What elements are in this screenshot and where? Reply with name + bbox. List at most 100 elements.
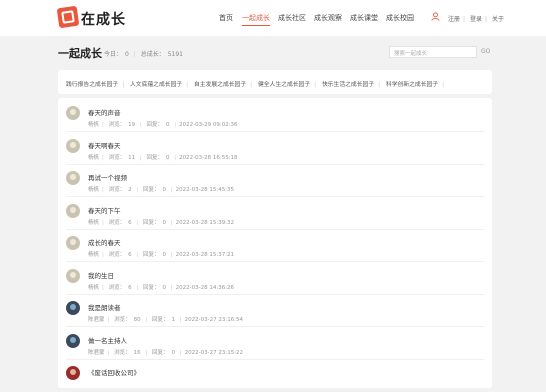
- list-item[interactable]: 再试一个视频 杨帆 | 浏览： 2 | 回复： 0 | 2022-03-28 15:45:…: [58, 165, 492, 197]
- replies-count: 1: [171, 317, 176, 323]
- post-title[interactable]: 春天的下午: [88, 205, 121, 215]
- post-meta: 陈君蒙 | 浏览： 80 | 回复： 1 | 2022-03-27 23:16:54: [88, 317, 244, 323]
- replies-label: 回复：: [143, 284, 160, 291]
- views-count: 16: [133, 349, 141, 356]
- category-item[interactable]: 践行报告之成长园子: [66, 82, 118, 88]
- post-time: 2022-03-29 09:02:36: [179, 122, 238, 128]
- post-author[interactable]: 杨帆: [88, 187, 99, 193]
- views-label: 浏览：: [108, 252, 126, 258]
- avatar[interactable]: [66, 366, 80, 380]
- post-title[interactable]: 做一名主持人: [88, 335, 127, 345]
- views-label: 浏览：: [108, 122, 126, 128]
- post-time: 2022-03-27 23:15:22: [184, 349, 244, 356]
- nav-campus[interactable]: 成长校园: [386, 13, 414, 23]
- views-count: 6: [128, 252, 132, 258]
- category-item[interactable]: 科学创新之成长园子: [386, 82, 438, 88]
- category-item[interactable]: 人文底蕴之成长园子: [130, 82, 182, 88]
- user-links: 注册 | 登录 | 关于: [448, 16, 504, 23]
- post-meta: 杨帆 | 浏览： 19 | 回复： 0 | 2022-03-29 09:02:36: [88, 122, 238, 128]
- post-title[interactable]: 成长的春天: [88, 237, 121, 247]
- replies-label: 回复：: [143, 187, 160, 193]
- replies-label: 回复：: [152, 317, 169, 323]
- post-time: 2022-03-28 15:39:32: [175, 219, 235, 226]
- category-bar: 践行报告之成长园子 | 人文底蕴之成长园子 | 自主发展之成长园子 | 健全人生之成长…: [58, 70, 492, 94]
- list-item[interactable]: 春天啊春天 杨帆 | 浏览： 11 | 回复： 0 | 2022-03-28 16:55:…: [58, 133, 492, 165]
- views-label: 浏览：: [114, 349, 131, 356]
- list-item[interactable]: 《废话回收公司》: [58, 360, 492, 392]
- views-label: 浏览：: [108, 187, 126, 193]
- nav-observation[interactable]: 成长观察: [314, 13, 342, 23]
- nav-classroom[interactable]: 成长课堂: [350, 13, 378, 23]
- post-time: 2022-03-28 15:37:21: [175, 252, 235, 258]
- today-value: 0: [125, 51, 129, 58]
- logo-text[interactable]: 在成长: [81, 9, 126, 29]
- list-item[interactable]: 成长的春天杨帆 | 浏览： 6 | 回复： 0 | 2022-03-28 15:37:2…: [58, 230, 492, 262]
- today-label: 今日：: [104, 51, 123, 58]
- views-label: 浏览：: [108, 154, 126, 161]
- avatar[interactable]: [66, 268, 80, 283]
- replies-count: 0: [162, 187, 167, 193]
- nav-community[interactable]: 成长社区: [278, 13, 306, 23]
- views-label: 浏览：: [114, 317, 131, 323]
- post-meta: 陈君蒙 | 浏览： 16 | 回复： 0 | 2022-03-27 23:15:22: [88, 349, 244, 356]
- avatar[interactable]: [66, 301, 80, 315]
- avatar[interactable]: [66, 171, 80, 185]
- total-label: 总成长：: [140, 51, 165, 58]
- views-count: 6: [128, 219, 132, 226]
- post-title[interactable]: 春天的声音: [88, 107, 121, 117]
- list-item[interactable]: 我是朗读者陈君蒙 | 浏览： 80 | 回复： 1 | 2022-03-27 23:16…: [58, 295, 492, 327]
- category-item[interactable]: 快乐生活之成长园子: [322, 82, 374, 88]
- replies-count: 0: [166, 154, 170, 161]
- replies-count: 0: [162, 252, 167, 258]
- post-author[interactable]: 杨帆: [88, 252, 99, 258]
- post-time: 2022-03-27 23:16:54: [184, 317, 244, 323]
- nav-grow-together[interactable]: 一起成长: [242, 13, 270, 26]
- avatar[interactable]: [66, 106, 80, 120]
- post-title[interactable]: 《废话回收公司》: [88, 367, 140, 377]
- avatar[interactable]: [66, 236, 80, 250]
- user-icon[interactable]: [431, 12, 440, 21]
- about-link[interactable]: 关于: [492, 16, 504, 23]
- login-link[interactable]: 登录: [470, 16, 482, 23]
- logo-icon[interactable]: [56, 5, 80, 29]
- avatar[interactable]: [66, 333, 80, 348]
- replies-label: 回复：: [143, 252, 160, 258]
- nav-home[interactable]: 首页: [219, 13, 233, 23]
- category-item[interactable]: 自主发展之成长园子: [194, 82, 246, 88]
- post-author[interactable]: 陈君蒙: [88, 350, 105, 356]
- list-item[interactable]: 我的生日 杨帆 | 浏览： 6 | 回复： 0 | 2022-03-28 14:36:26: [58, 263, 492, 295]
- top-header: 在成长 首页 一起成长 成长社区 成长观察 成长课堂 成长校园 注册 | 登录 | …: [0, 0, 546, 36]
- post-author[interactable]: 杨帆: [88, 285, 99, 291]
- list-item[interactable]: 春天的下午 杨帆 | 浏览： 6 | 回复： 0 | 2022-03-28 15:39:3…: [58, 198, 492, 230]
- post-author[interactable]: 杨帆: [88, 122, 99, 128]
- replies-label: 回复：: [143, 219, 160, 226]
- search-button[interactable]: GO: [481, 46, 493, 58]
- views-count: 11: [128, 154, 136, 161]
- post-title[interactable]: 春天啊春天: [88, 140, 121, 150]
- post-meta: 杨帆 | 浏览： 6 | 回复： 0 | 2022-03-28 15:37:21: [88, 252, 235, 258]
- post-time: 2022-03-28 15:45:35: [175, 187, 235, 193]
- views-count: 6: [128, 284, 132, 291]
- avatar[interactable]: [66, 203, 80, 218]
- post-author[interactable]: 杨帆: [88, 220, 99, 226]
- search-input[interactable]: 搜索一起成长: [389, 46, 477, 58]
- post-author[interactable]: 陈君蒙: [88, 317, 105, 323]
- replies-count: 0: [162, 219, 167, 226]
- post-author[interactable]: 杨帆: [88, 155, 99, 161]
- list-item[interactable]: 春天的声音杨帆 | 浏览： 19 | 回复： 0 | 2022-03-29 09:02:…: [58, 100, 492, 132]
- views-label: 浏览：: [108, 284, 126, 291]
- post-title[interactable]: 再试一个视频: [88, 172, 127, 182]
- category-item[interactable]: 健全人生之成长园子: [258, 82, 310, 88]
- replies-label: 回复：: [152, 349, 169, 356]
- register-link[interactable]: 注册: [448, 16, 460, 23]
- replies-count: 0: [171, 349, 176, 356]
- avatar[interactable]: [66, 138, 80, 153]
- replies-count: 0: [162, 284, 167, 291]
- post-title[interactable]: 我是朗读者: [88, 302, 121, 312]
- replies-count: 0: [166, 122, 170, 128]
- post-title[interactable]: 我的生日: [88, 270, 114, 280]
- views-count: 19: [128, 122, 136, 128]
- list-item[interactable]: 做一名主持人陈君蒙 | 浏览： 16 | 回复： 0 | 2022-03-27 23:1…: [58, 328, 492, 360]
- post-time: 2022-03-28 14:36:26: [175, 284, 235, 291]
- views-count: 80: [133, 317, 141, 323]
